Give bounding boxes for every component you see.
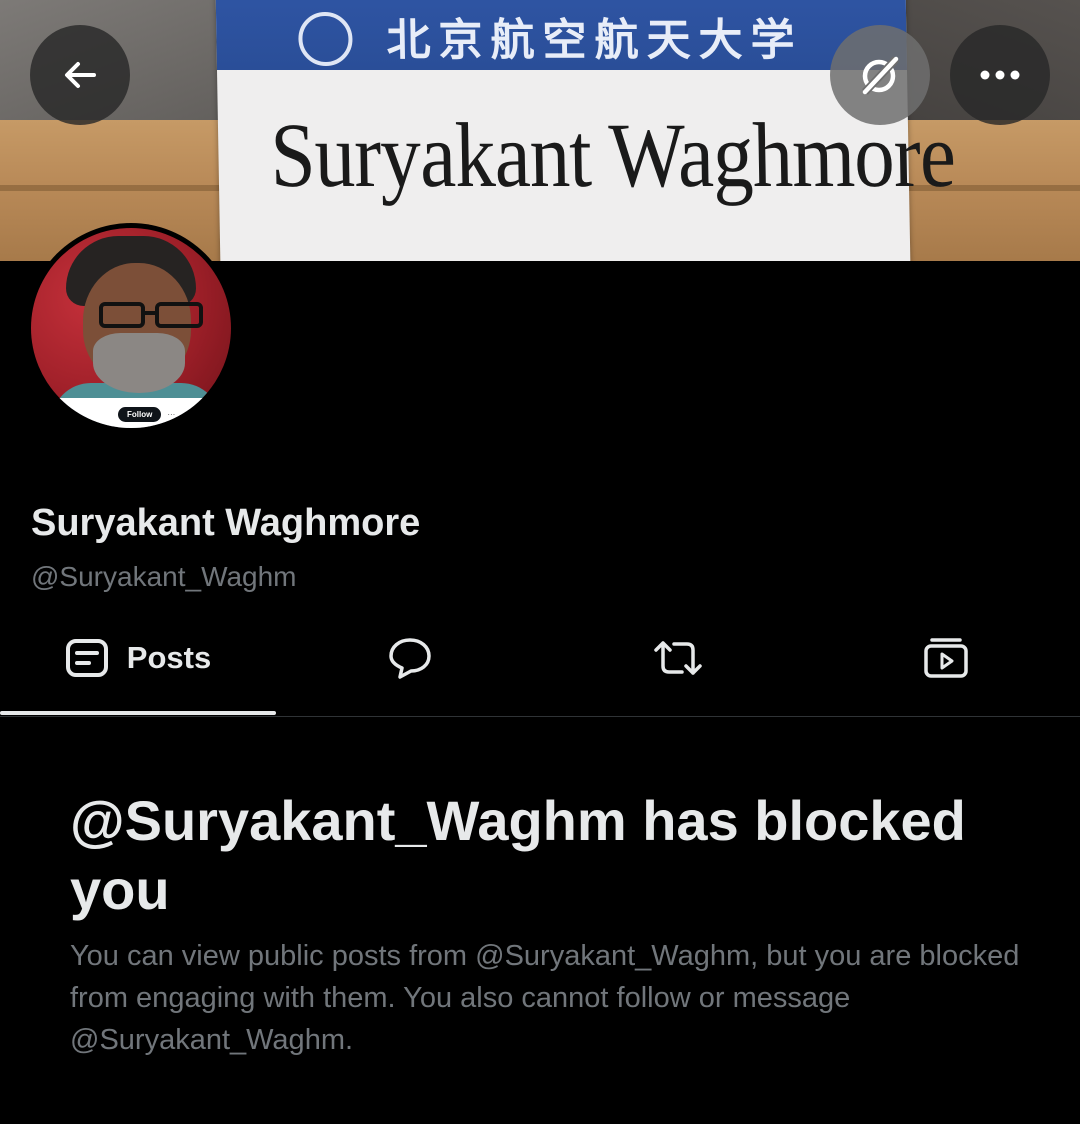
grok-button[interactable] (830, 25, 930, 125)
reposts-icon (654, 641, 702, 675)
avatar-photo: nore Follow ··· (31, 228, 231, 428)
more-horizontal-icon (980, 70, 1020, 80)
name-card-chinese-text: 北京航空航天大学 (386, 15, 803, 64)
posts-icon (65, 639, 108, 677)
active-tab-indicator (0, 711, 276, 715)
tab-media[interactable] (812, 600, 1080, 716)
name-card-stripe: 北京航空航天大学 (215, 0, 907, 70)
avatar-beard (93, 333, 185, 393)
blocked-description: You can view public posts from @Suryakan… (70, 940, 1020, 1056)
blocked-title: @Suryakant_Waghm has blocked you (70, 789, 966, 921)
name-card-name: Suryakant Waghmore (269, 104, 956, 206)
profile-display-name: Suryakant Waghmore (31, 502, 421, 544)
profile-banner[interactable]: 北京航空航天大学 Suryakant Waghmore (0, 0, 1080, 261)
avatar[interactable]: nore Follow ··· (26, 223, 236, 433)
tab-posts-label: Posts (126, 640, 212, 675)
replies-icon (389, 638, 431, 679)
arrow-left-icon (65, 62, 96, 88)
tab-reposts[interactable] (544, 600, 812, 716)
snippet-follow-button: Follow (118, 406, 162, 422)
media-icon (924, 638, 968, 678)
avatar-glasses (99, 302, 203, 328)
back-button[interactable] (30, 25, 130, 125)
university-logo-icon (297, 12, 353, 66)
tab-posts[interactable]: Posts (0, 600, 276, 716)
avatar-screenshot-snippet: nore Follow ··· (46, 398, 221, 428)
snippet-more-icon: ··· (167, 409, 176, 419)
snippet-text: nore (60, 409, 79, 419)
profile-handle: @Suryakant_Waghm (31, 561, 297, 592)
profile-tabs: Posts (0, 600, 1080, 717)
grok-icon (862, 56, 899, 95)
profile-page: 北京航空航天大学 Suryakant Waghmore nore Follow … (0, 0, 1080, 1124)
banner-name-card: 北京航空航天大学 Suryakant Waghmore (215, 0, 956, 261)
more-options-button[interactable] (950, 25, 1050, 125)
tab-replies[interactable] (276, 600, 544, 716)
